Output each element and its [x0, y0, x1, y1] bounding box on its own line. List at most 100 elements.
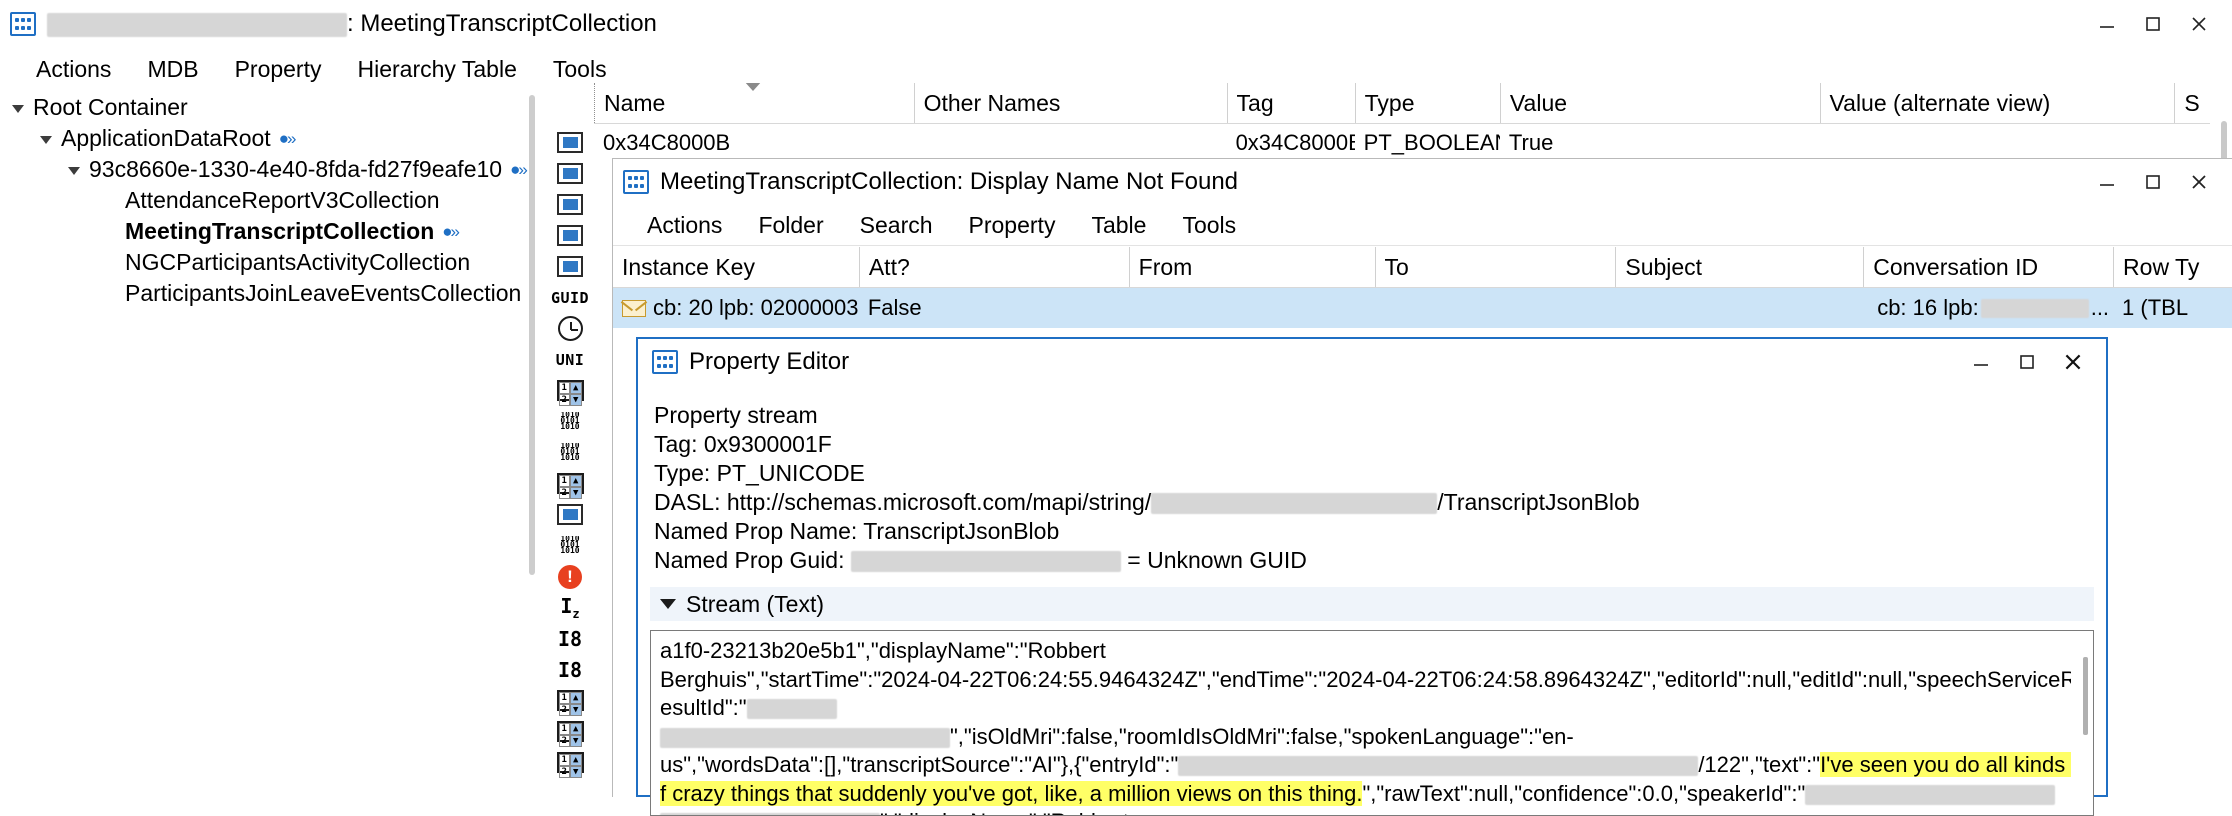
tree-item-participantsjoinleaveeventscollection[interactable]: ParticipantsJoinLeaveEventsCollection: [0, 278, 545, 309]
column-header-att[interactable]: Att?: [858, 247, 1129, 287]
info-dasl-suffix: /TranscriptJsonBlob: [1437, 489, 1640, 515]
tree-item-applicationdataroot[interactable]: ApplicationDataRoot ●»: [0, 123, 545, 154]
redacted-conversation-id: [1980, 298, 2089, 318]
chevron-expanded-icon[interactable]: [68, 167, 80, 175]
info-dasl: DASL: http://schemas.microsoft.com/mapi/…: [654, 488, 2106, 517]
tree-item-label: 93c8660e-1330-4e40-8fda-fd27f9eafe10: [89, 156, 503, 182]
tree-item-attendancereportv3collection[interactable]: AttendanceReportV3Collection: [0, 185, 545, 216]
property-editor-info: Property stream Tag: 0x9300001F Type: PT…: [638, 385, 2106, 575]
column-header-other-names[interactable]: Other Names: [913, 83, 1227, 123]
table-icon: 1 ▲ 2 ▼: [548, 716, 592, 747]
minimize-icon[interactable]: [2084, 4, 2130, 44]
info-named-prop-name: Named Prop Name: TranscriptJsonBlob: [654, 517, 2106, 546]
column-header-conversation-id[interactable]: Conversation ID: [1863, 247, 2113, 287]
column-header-instance-key[interactable]: Instance Key: [613, 247, 859, 287]
menu-property[interactable]: Property: [217, 54, 340, 85]
menu-actions[interactable]: Actions: [629, 210, 740, 241]
tree-item-ngcparticipantsactivitycollection[interactable]: NGCParticipantsActivityCollection: [0, 247, 545, 278]
info-named-prop-guid: Named Prop Guid: = Unknown GUID: [654, 546, 2106, 575]
property-box-icon: [548, 189, 592, 220]
column-header-label: Instance Key: [622, 253, 755, 280]
info-tag-label: Tag:: [654, 431, 704, 457]
folder-window-titlebar: MeetingTranscriptCollection: Display Nam…: [613, 159, 2232, 205]
redacted-named-prop-guid: [850, 551, 1121, 573]
binary-icon: 1010 0101 1010: [560, 536, 580, 555]
column-header-value[interactable]: Value: [1499, 83, 1820, 123]
column-header-label: Att?: [868, 253, 910, 280]
column-header-label: Value: [1509, 89, 1568, 116]
menu-tools[interactable]: Tools: [1164, 210, 1254, 241]
tree-item-label: ParticipantsJoinLeaveEventsCollection: [125, 280, 522, 306]
table-row[interactable]: 0x34C8000B 0x34C8000B PT_BOOLEAN True: [594, 124, 2232, 162]
splitter-thumb[interactable]: [529, 95, 535, 575]
stream-text-content[interactable]: a1f0-23213b20e5b1","displayName":"Robber…: [651, 631, 2093, 815]
stream-section-header[interactable]: Stream (Text): [650, 587, 2094, 621]
table-row[interactable]: cb: 20 lpb: 020000031... False cb: 16 lp…: [613, 288, 2232, 328]
minimize-icon[interactable]: [1958, 342, 2004, 382]
property-type-icon-gutter: GUID UNI 1 ▲ 2 ▼ 1010 0101 1010 1010 0101 1010 …: [546, 83, 594, 797]
column-header-label: To: [1384, 253, 1409, 280]
close-icon[interactable]: [2176, 4, 2222, 44]
cell-att: False: [867, 295, 922, 320]
i8-icon: I8: [557, 626, 583, 651]
property-box-icon: [548, 127, 592, 158]
property-box-icon: [548, 158, 592, 189]
menu-property[interactable]: Property: [951, 210, 1074, 241]
column-header-tag[interactable]: Tag: [1226, 83, 1355, 123]
tree-item-meetingtranscriptcollection[interactable]: MeetingTranscriptCollection ●»: [0, 216, 545, 247]
chevron-down-icon[interactable]: [660, 599, 676, 609]
tree-item-label: ApplicationDataRoot: [61, 125, 271, 151]
column-header-name[interactable]: Name: [594, 83, 914, 123]
maximize-icon[interactable]: [2130, 162, 2176, 202]
maximize-icon[interactable]: [2004, 342, 2050, 382]
menu-table[interactable]: Table: [1073, 210, 1164, 241]
clock-icon: [548, 313, 592, 344]
stream-text-box[interactable]: a1f0-23213b20e5b1","displayName":"Robber…: [650, 630, 2094, 816]
menu-actions[interactable]: Actions: [18, 54, 129, 85]
menu-search[interactable]: Search: [842, 210, 951, 241]
cell-name: 0x34C8000B: [603, 130, 731, 155]
table-icon: 1 ▲ 2 ▼: [548, 747, 592, 778]
column-header-row-type[interactable]: Row Ty: [2113, 247, 2232, 287]
property-table-header: Name Other Names Tag Type Value Value (a…: [594, 83, 2232, 124]
scrollbar-thumb[interactable]: [2083, 657, 2088, 735]
menu-tools[interactable]: Tools: [535, 54, 625, 85]
column-header-to[interactable]: To: [1374, 247, 1616, 287]
tree-item-guid-container[interactable]: 93c8660e-1330-4e40-8fda-fd27f9eafe10 ●»: [0, 154, 545, 185]
mapi-app-icon: [10, 12, 36, 36]
close-icon[interactable]: [2050, 342, 2096, 382]
maximize-icon[interactable]: [2130, 4, 2176, 44]
column-header-label: Other Names: [923, 89, 1061, 116]
stream-section-label: Stream (Text): [686, 590, 825, 617]
minimize-icon[interactable]: [2084, 162, 2130, 202]
column-header-from[interactable]: From: [1128, 247, 1375, 287]
info-dasl-prefix: http://schemas.microsoft.com/mapi/string…: [726, 489, 1152, 515]
guid-icon: GUID: [550, 288, 590, 307]
column-header-label: Tag: [1236, 89, 1274, 116]
menu-mdb[interactable]: MDB: [129, 54, 216, 85]
mfcmapi-application: : MeetingTranscriptCollection Actions MD…: [0, 0, 2232, 816]
chevron-expanded-icon[interactable]: [40, 136, 52, 144]
cell-value: True: [1508, 130, 1554, 155]
tree-item-root-container[interactable]: Root Container: [0, 92, 545, 123]
sort-descending-icon: [744, 83, 763, 91]
property-box-icon: [548, 220, 592, 251]
redacted-mailbox-name: [47, 12, 347, 37]
column-header-value-alternate[interactable]: Value (alternate view): [1819, 83, 2175, 123]
close-icon[interactable]: [2176, 162, 2222, 202]
column-header-label: Conversation ID: [1873, 253, 2039, 280]
info-named-prop-name-value: TranscriptJsonBlob: [863, 518, 1060, 544]
folder-window-menubar: Actions Folder Search Property Table Too…: [613, 205, 2232, 245]
cell-conversation-id-prefix: cb: 16 lpb:: [1877, 295, 1979, 320]
menu-folder[interactable]: Folder: [740, 210, 841, 241]
column-header-subject[interactable]: Subject: [1615, 247, 1863, 287]
tree-pane-splitter[interactable]: [528, 83, 536, 797]
menu-hierarchy-table[interactable]: Hierarchy Table: [340, 54, 535, 85]
stream-vertical-scrollbar[interactable]: [2071, 631, 2093, 815]
column-header-type[interactable]: Type: [1354, 83, 1500, 123]
cell-conversation-id: cb: 16 lpb: ...: [1863, 295, 2113, 321]
property-editor-title: Property Editor: [689, 348, 850, 375]
cell-type: PT_BOOLEAN: [1363, 130, 1500, 155]
chevron-expanded-icon[interactable]: [12, 105, 24, 113]
table-icon: 1 ▲ 2 ▼: [548, 375, 592, 406]
